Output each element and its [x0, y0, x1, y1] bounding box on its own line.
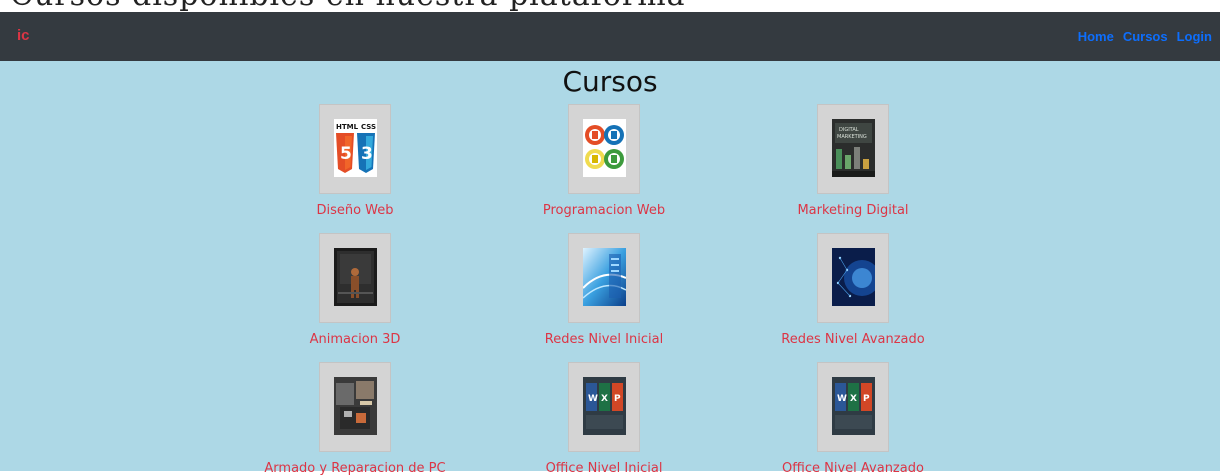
course-thumbnail[interactable]	[817, 233, 889, 323]
svg-text:W: W	[588, 394, 598, 404]
course-link-redes-nivel-avanzado[interactable]: Redes Nivel Avanzado	[703, 332, 1003, 347]
course-thumbnail[interactable]: HTML CSS 5 3	[319, 104, 391, 194]
courses-section: Cursos HTML CSS 5 3 Diseño Web Programac…	[0, 61, 1220, 476]
3d-animation-image	[334, 248, 377, 306]
svg-text:W: W	[837, 394, 847, 404]
advanced-network-image	[832, 248, 875, 306]
course-thumbnail[interactable]: DIGITAL MARKETING	[817, 104, 889, 194]
svg-text:3: 3	[361, 144, 373, 164]
svg-text:CSS: CSS	[361, 123, 376, 131]
svg-text:P: P	[863, 394, 870, 404]
course-thumbnail[interactable]	[568, 233, 640, 323]
web-technologies-icon	[583, 119, 626, 177]
microsoft-office-icon: W X P	[832, 377, 875, 435]
page-top-strip: Cursos disponibles en nuestra plataforma	[0, 0, 1220, 12]
digital-marketing-image: DIGITAL MARKETING	[832, 119, 875, 177]
html-css-logo-icon: HTML CSS 5 3	[334, 119, 377, 177]
nav-link-login[interactable]: Login	[1177, 29, 1212, 44]
svg-text:DIGITAL: DIGITAL	[839, 127, 859, 133]
course-link-office-nivel-avanzado[interactable]: Office Nivel Avanzado	[703, 461, 1003, 476]
course-thumbnail[interactable]: W X P	[817, 362, 889, 452]
network-image	[583, 248, 626, 306]
svg-text:5: 5	[340, 144, 352, 164]
page-title: Cursos	[562, 65, 658, 98]
brand-logo-link[interactable]: ic	[17, 27, 30, 44]
microsoft-office-icon: W X P	[583, 377, 626, 435]
svg-text:MARKETING: MARKETING	[837, 134, 867, 140]
navbar: ic Home Cursos Login	[0, 12, 1220, 61]
course-link-marketing-digital[interactable]: Marketing Digital	[703, 203, 1003, 218]
svg-text:HTML: HTML	[336, 123, 359, 131]
top-strip-text: Cursos disponibles en nuestra plataforma	[10, 0, 686, 12]
nav-links: Home Cursos Login	[1078, 29, 1212, 44]
course-thumbnail[interactable]: W X P	[568, 362, 640, 452]
svg-text:X: X	[850, 394, 857, 404]
course-card: Redes Nivel Avanzado	[703, 233, 1003, 347]
course-card: W X P Office Nivel Avanzado	[703, 362, 1003, 476]
svg-text:P: P	[614, 394, 621, 404]
svg-text:X: X	[601, 394, 608, 404]
course-card: DIGITAL MARKETING Marketing Digital	[703, 104, 1003, 218]
course-thumbnail[interactable]	[319, 233, 391, 323]
course-thumbnail[interactable]	[568, 104, 640, 194]
nav-link-home[interactable]: Home	[1078, 29, 1114, 44]
pc-repair-image	[334, 377, 377, 435]
course-thumbnail[interactable]	[319, 362, 391, 452]
nav-link-cursos[interactable]: Cursos	[1123, 29, 1168, 44]
